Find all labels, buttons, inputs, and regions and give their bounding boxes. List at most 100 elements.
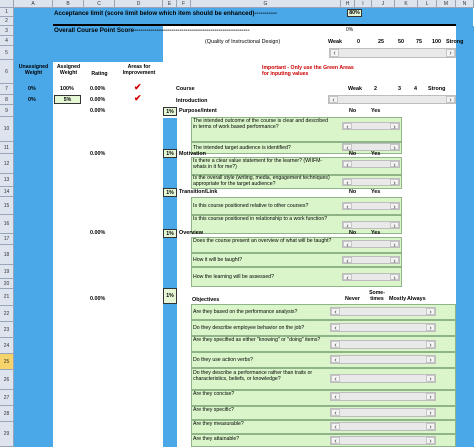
scroll-left-icon[interactable]: ‹ <box>343 257 352 265</box>
overview-q3-scrollbar[interactable]: ‹ › <box>342 273 400 282</box>
col-header-c[interactable]: C <box>84 0 115 8</box>
row-header-29[interactable]: 29 <box>0 422 14 447</box>
scroll-right-icon[interactable]: › <box>446 96 455 104</box>
row-header-28[interactable]: 28 <box>0 406 14 422</box>
col-header-e[interactable]: E <box>163 0 177 8</box>
scroll-left-icon[interactable]: ‹ <box>331 375 340 383</box>
motivation-q1-scrollbar[interactable]: ‹ › <box>342 160 400 169</box>
col-header-k[interactable]: K <box>395 0 418 8</box>
row-header-26[interactable]: 26 <box>0 370 14 390</box>
row-header-21[interactable]: 21 <box>0 289 14 306</box>
scroll-left-icon[interactable]: ‹ <box>331 341 340 349</box>
purpose-weight[interactable]: 1% <box>163 107 177 116</box>
scroll-left-icon[interactable]: ‹ <box>343 144 352 152</box>
row-header-4[interactable]: 4 <box>0 36 14 46</box>
row-header-10[interactable]: 10 <box>0 117 14 142</box>
scroll-left-icon[interactable]: ‹ <box>331 409 340 417</box>
row-header-6[interactable]: 6 <box>0 60 14 84</box>
corner-cell[interactable] <box>0 0 14 8</box>
objectives-q6-scrollbar[interactable]: ‹ › <box>330 392 436 401</box>
scroll-right-icon[interactable]: › <box>390 241 399 249</box>
scroll-right-icon[interactable]: › <box>426 437 435 445</box>
row-header-18[interactable]: 18 <box>0 245 14 265</box>
col-header-a[interactable]: A <box>14 0 53 8</box>
overview-weight[interactable]: 1% <box>163 229 177 238</box>
scroll-right-icon[interactable]: › <box>426 324 435 332</box>
row-header-3[interactable]: 3 <box>0 26 14 36</box>
motivation-weight[interactable]: 1% <box>163 149 177 158</box>
purpose-q1-scrollbar[interactable]: ‹ › <box>342 122 400 131</box>
acceptance-value[interactable]: 80% <box>347 9 362 17</box>
scroll-left-icon[interactable]: ‹ <box>343 179 352 187</box>
row-header-15[interactable]: 15 <box>0 197 14 215</box>
scroll-right-icon[interactable]: › <box>426 423 435 431</box>
scroll-left-icon[interactable]: ‹ <box>343 241 352 249</box>
scroll-left-icon[interactable]: ‹ <box>343 203 352 211</box>
col-header-g[interactable]: G <box>191 0 341 8</box>
objectives-q4-scrollbar[interactable]: ‹ › <box>330 355 436 364</box>
row-header-16[interactable]: 16 <box>0 215 14 234</box>
scroll-right-icon[interactable]: › <box>426 356 435 364</box>
row-header-2[interactable]: 2 <box>0 17 14 26</box>
objectives-q5-scrollbar[interactable]: ‹ › <box>330 374 436 383</box>
objectives-q2-scrollbar[interactable]: ‹ › <box>330 323 436 332</box>
objectives-q9-scrollbar[interactable]: ‹ › <box>330 436 436 445</box>
row-header-22[interactable]: 22 <box>0 306 14 322</box>
scroll-right-icon[interactable]: › <box>426 409 435 417</box>
row-header-11[interactable]: 11 <box>0 142 14 154</box>
intro-scrollbar[interactable]: ‹ › <box>328 95 456 104</box>
scroll-right-icon[interactable]: › <box>390 123 399 131</box>
scroll-left-icon[interactable]: ‹ <box>331 393 340 401</box>
scroll-left-icon[interactable]: ‹ <box>343 161 352 169</box>
row-header-8[interactable]: 8 <box>0 95 14 105</box>
row-header-13[interactable]: 13 <box>0 174 14 187</box>
row-header-20[interactable]: 20 <box>0 279 14 289</box>
scroll-left-icon[interactable]: ‹ <box>331 356 340 364</box>
scroll-left-icon[interactable]: ‹ <box>343 222 352 230</box>
scroll-right-icon[interactable]: › <box>390 144 399 152</box>
scroll-left-icon[interactable]: ‹ <box>331 308 340 316</box>
scroll-left-icon[interactable]: ‹ <box>331 423 340 431</box>
transition-weight[interactable]: 1% <box>163 188 177 197</box>
row-header-9[interactable]: 9 <box>0 105 14 117</box>
scroll-right-icon[interactable]: › <box>390 222 399 230</box>
row-header-27[interactable]: 27 <box>0 390 14 406</box>
scroll-right-icon[interactable]: › <box>390 161 399 169</box>
scroll-right-icon[interactable]: › <box>446 49 455 57</box>
objectives-q1-scrollbar[interactable]: ‹ › <box>330 307 436 316</box>
purpose-q2-scrollbar[interactable]: ‹ › <box>342 143 400 152</box>
scroll-right-icon[interactable]: › <box>426 308 435 316</box>
objectives-q7-scrollbar[interactable]: ‹ › <box>330 408 436 417</box>
row-header-7[interactable]: 7 <box>0 84 14 95</box>
scroll-right-icon[interactable]: › <box>390 203 399 211</box>
scroll-right-icon[interactable]: › <box>390 257 399 265</box>
row-header-25[interactable]: 25 <box>0 354 14 370</box>
col-header-f[interactable]: F <box>177 0 191 8</box>
objectives-q3-scrollbar[interactable]: ‹ › <box>330 340 436 349</box>
scroll-right-icon[interactable]: › <box>390 274 399 282</box>
scroll-left-icon[interactable]: ‹ <box>329 96 338 104</box>
scroll-right-icon[interactable]: › <box>426 341 435 349</box>
transition-q1-scrollbar[interactable]: ‹ › <box>342 202 400 211</box>
col-header-d[interactable]: D <box>115 0 163 8</box>
objectives-q8-scrollbar[interactable]: ‹ › <box>330 422 436 431</box>
scroll-left-icon[interactable]: ‹ <box>330 49 339 57</box>
motivation-q2-scrollbar[interactable]: ‹ › <box>342 178 400 187</box>
overall-score-scrollbar[interactable]: ‹ › <box>329 48 456 58</box>
scroll-left-icon[interactable]: ‹ <box>343 123 352 131</box>
col-header-b[interactable]: B <box>53 0 84 8</box>
col-header-i[interactable]: I <box>355 0 372 8</box>
row-header-24[interactable]: 24 <box>0 338 14 354</box>
scroll-right-icon[interactable]: › <box>426 393 435 401</box>
row-header-23[interactable]: 23 <box>0 322 14 338</box>
scroll-left-icon[interactable]: ‹ <box>343 274 352 282</box>
overview-q1-scrollbar[interactable]: ‹ › <box>342 240 400 249</box>
col-header-n[interactable]: N <box>456 0 474 8</box>
scroll-left-icon[interactable]: ‹ <box>331 437 340 445</box>
col-header-l[interactable]: L <box>418 0 437 8</box>
col-header-m[interactable]: M <box>437 0 456 8</box>
intro-assigned-weight[interactable]: 5% <box>54 95 81 104</box>
row-header-12[interactable]: 12 <box>0 154 14 174</box>
row-header-17[interactable]: 17 <box>0 234 14 245</box>
scroll-right-icon[interactable]: › <box>390 179 399 187</box>
